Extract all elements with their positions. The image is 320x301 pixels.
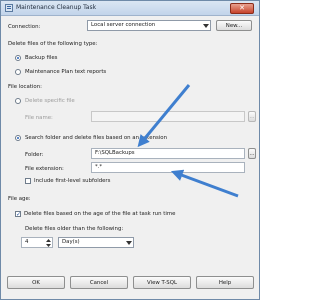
older-than-label: Delete files older than the following: bbox=[25, 226, 124, 232]
ok-label: OK bbox=[32, 279, 40, 286]
connection-label: Connection: bbox=[8, 24, 41, 30]
connection-select[interactable]: Local server connection bbox=[87, 20, 211, 31]
file-extension-label: File extension: bbox=[25, 166, 64, 172]
file-name-browse-button[interactable]: ... bbox=[248, 111, 256, 122]
maintenance-reports-label: Maintenance Plan text reports bbox=[25, 69, 107, 75]
file-name-input[interactable] bbox=[91, 111, 245, 122]
title-bar: Maintenance Cleanup Task ✕ bbox=[1, 1, 259, 16]
view-tsql-label: View T-SQL bbox=[147, 279, 177, 286]
extension-annotation-arrow bbox=[170, 169, 239, 198]
help-label: Help bbox=[218, 279, 232, 286]
maintenance-reports-radio[interactable] bbox=[15, 69, 21, 75]
delete-by-age-checkbox[interactable]: ✓ bbox=[15, 211, 21, 218]
new-connection-label: New... bbox=[225, 22, 243, 29]
file-extension-input[interactable]: *.* bbox=[91, 162, 245, 173]
task-icon bbox=[5, 4, 13, 12]
file-location-heading: File location: bbox=[8, 84, 42, 90]
folder-label: Folder: bbox=[25, 152, 44, 158]
close-button[interactable]: ✕ bbox=[230, 3, 254, 14]
backup-files-label: Backup files bbox=[25, 55, 58, 61]
age-amount-spinner[interactable]: 4 bbox=[21, 237, 53, 248]
delete-specific-file-label: Delete specific file bbox=[25, 98, 75, 104]
spinner-arrows-icon bbox=[46, 239, 51, 247]
maintenance-cleanup-dialog: Maintenance Cleanup Task ✕ Connection: L… bbox=[0, 0, 260, 300]
browse-label: ... bbox=[249, 113, 255, 120]
ok-button[interactable]: OK bbox=[7, 276, 65, 289]
folder-value: F:\SQLBackups bbox=[95, 150, 135, 156]
folder-input[interactable]: F:\SQLBackups bbox=[91, 148, 245, 159]
search-folder-radio[interactable] bbox=[15, 135, 21, 141]
age-unit-select[interactable]: Day(s) bbox=[58, 237, 134, 248]
file-name-label: File name: bbox=[25, 115, 53, 121]
folder-browse-label: ... bbox=[249, 150, 255, 157]
cancel-label: Cancel bbox=[89, 279, 109, 286]
folder-browse-button[interactable]: ... bbox=[248, 148, 256, 159]
age-unit-value: Day(s) bbox=[62, 239, 80, 245]
connection-value: Local server connection bbox=[91, 22, 156, 28]
window-title: Maintenance Cleanup Task bbox=[16, 4, 97, 11]
view-tsql-button[interactable]: View T-SQL bbox=[133, 276, 191, 289]
delete-specific-file-radio[interactable] bbox=[15, 98, 21, 104]
backup-files-radio[interactable] bbox=[15, 55, 21, 61]
delete-type-heading: Delete files of the following type: bbox=[8, 41, 98, 47]
chevron-down-icon bbox=[202, 22, 209, 29]
age-amount-value: 4 bbox=[25, 239, 29, 245]
chevron-down-icon bbox=[125, 239, 132, 246]
help-button[interactable]: Help bbox=[196, 276, 254, 289]
file-extension-value: *.* bbox=[95, 164, 103, 170]
include-subfolders-label: Include first-level subfolders bbox=[34, 178, 111, 184]
delete-by-age-label: Delete files based on the age of the fil… bbox=[24, 211, 176, 217]
new-connection-button[interactable]: New... bbox=[216, 20, 252, 31]
file-age-heading: File age: bbox=[8, 196, 31, 202]
search-folder-label: Search folder and delete files based on … bbox=[25, 135, 168, 141]
close-icon: ✕ bbox=[239, 4, 245, 12]
include-subfolders-checkbox[interactable] bbox=[25, 178, 31, 184]
cancel-button[interactable]: Cancel bbox=[70, 276, 128, 289]
